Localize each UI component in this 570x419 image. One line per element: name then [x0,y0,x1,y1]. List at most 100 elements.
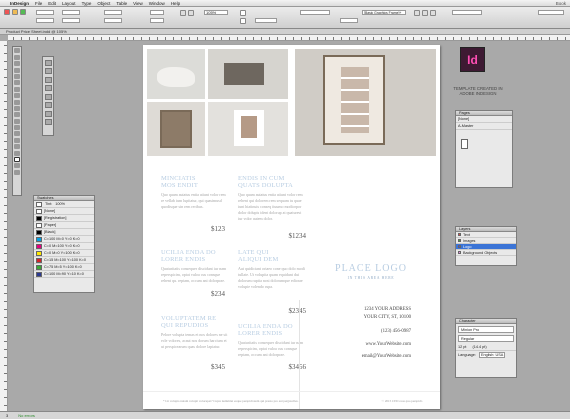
effects-panel-icon[interactable] [44,93,52,100]
document-page[interactable]: MINCIATIS MOS ENDIT Quo quam autatus ent… [143,45,440,409]
menu-view[interactable]: View [133,1,143,6]
menu-layout[interactable]: Layout [62,1,76,6]
tint-value[interactable]: 100% [55,202,65,206]
rectangle-tool-icon[interactable] [14,105,20,111]
gradient-panel-icon[interactable] [44,85,52,91]
master-none[interactable]: [None] [456,116,512,123]
fill-stroke-swatch-icon[interactable] [36,201,42,207]
fit-frame-button[interactable] [430,10,436,16]
leading-value[interactable]: (14.4 pt) [472,345,486,349]
stroke-weight-field[interactable] [255,18,277,23]
direct-selection-tool-icon[interactable] [14,54,20,60]
paragraph-panel-icon[interactable] [44,119,52,125]
stroke-tool-icon[interactable] [44,68,52,74]
search-help-field[interactable] [538,10,564,15]
fit-content-button[interactable] [422,10,428,16]
menu-edit[interactable]: Edit [48,1,56,6]
menu-file[interactable]: File [35,1,42,6]
fitting-button[interactable] [414,10,420,16]
close-window-button[interactable] [4,9,10,15]
font-size-value[interactable]: 12 pt [458,345,466,349]
font-family-field[interactable]: Minion Pro [458,326,514,333]
screen-mode-icon[interactable] [14,169,20,175]
reference-field[interactable] [452,10,482,15]
swatch-item[interactable]: [Black] [34,229,94,236]
swatch-item[interactable]: [Paper] [34,222,94,229]
stroke-swatch[interactable] [240,18,246,24]
scale-x-field[interactable] [104,10,122,15]
scissors-tool-icon[interactable] [14,112,20,118]
layer-background[interactable]: Background Objects [456,250,516,256]
eyedropper-tool-icon[interactable] [14,137,20,143]
opacity-field[interactable] [340,18,358,23]
menu-window[interactable]: Window [149,1,165,6]
swatch-label: [None] [44,209,56,213]
note-tool-icon[interactable] [14,131,20,137]
language-select[interactable]: English: USA [478,351,506,358]
character-panel: Character Minion Pro Regular 12 pt (14.4… [455,318,517,378]
text-wrap-icon[interactable] [44,110,52,117]
swap-colors-icon[interactable] [14,163,20,169]
minimize-window-button[interactable] [12,9,18,15]
height-field[interactable] [62,18,80,23]
scale-y-field[interactable] [104,18,122,23]
swatch-item[interactable]: C=75 M=5 Y=100 K=0 [34,264,94,271]
fill-swatch[interactable] [240,10,246,16]
swatch-item[interactable]: C=100 M=90 Y=10 K=0 [34,271,94,278]
menu-object[interactable]: Object [97,1,110,6]
rotation-field[interactable] [150,10,164,15]
line-tool-icon[interactable] [14,80,20,86]
pen-tool-icon[interactable] [14,86,20,92]
pencil-tool-icon[interactable] [14,93,20,99]
rectangle-frame-tool-icon[interactable] [14,99,20,105]
menu-type[interactable]: Type [82,1,92,6]
width-field[interactable] [62,10,80,15]
master-a[interactable]: A-Master [456,123,512,130]
swatch-item[interactable]: C=15 M=100 Y=100 K=0 [34,257,94,264]
product-photo-collage-frame[interactable] [295,49,436,156]
menu-table[interactable]: Table [116,1,127,6]
object-style-field[interactable]: [Basic Graphics Frame]+ [362,10,406,15]
product-photo-fabric[interactable] [147,49,205,99]
gradient-tool-icon[interactable] [14,125,20,131]
hand-tool-icon[interactable] [14,144,20,150]
selection-tool-icon[interactable] [14,48,20,54]
item-3-title-line2: QUI REPUDIOS [161,322,209,329]
fill-stroke-icon[interactable] [14,157,20,163]
layers-panel: Layers Text Images Logo Background Objec… [455,226,517,266]
swatch-item[interactable]: C=0 M=0 Y=100 K=0 [34,250,94,257]
zoom-window-button[interactable] [20,9,26,15]
color-tool-icon[interactable] [44,76,52,83]
product-photo-frame-portrait[interactable] [147,102,205,156]
swatch-item[interactable]: [Registration] [34,215,94,222]
flip-horizontal-button[interactable] [180,10,186,16]
character-panel-title[interactable]: Character [456,319,516,324]
menu-help[interactable]: Help [171,1,180,6]
align-tool-icon[interactable] [44,59,52,66]
vertical-ruler[interactable] [0,41,8,411]
workspace-menu[interactable]: Book [556,1,566,6]
stroke-type-field[interactable] [300,10,330,15]
font-style-field[interactable]: Regular [458,335,514,342]
product-photo-album[interactable] [208,102,288,156]
page-number-field[interactable]: 3 [6,412,8,419]
shear-field[interactable] [150,18,164,23]
links-panel-icon[interactable] [44,102,52,108]
horizontal-ruler[interactable] [8,35,570,41]
zoom-field[interactable]: 105% [204,10,228,15]
preflight-status[interactable]: No errors [18,412,35,419]
zoom-tool-icon[interactable] [14,150,20,156]
swatch-item[interactable]: [None] [34,208,94,215]
swatch-item[interactable]: C=100 M=0 Y=0 K=0 [34,236,94,243]
x-field[interactable] [36,10,54,15]
free-transform-tool-icon[interactable] [14,118,20,124]
type-tool-icon[interactable] [14,73,20,79]
page-tool-icon[interactable] [14,61,20,67]
app-menu[interactable]: InDesign [10,1,29,6]
page-thumbnail[interactable] [461,139,468,149]
flip-vertical-button[interactable] [188,10,194,16]
gap-tool-icon[interactable] [14,67,20,73]
product-photo-box[interactable] [208,49,288,99]
y-field[interactable] [36,18,54,23]
swatch-item[interactable]: C=0 M=100 Y=0 K=0 [34,243,94,250]
